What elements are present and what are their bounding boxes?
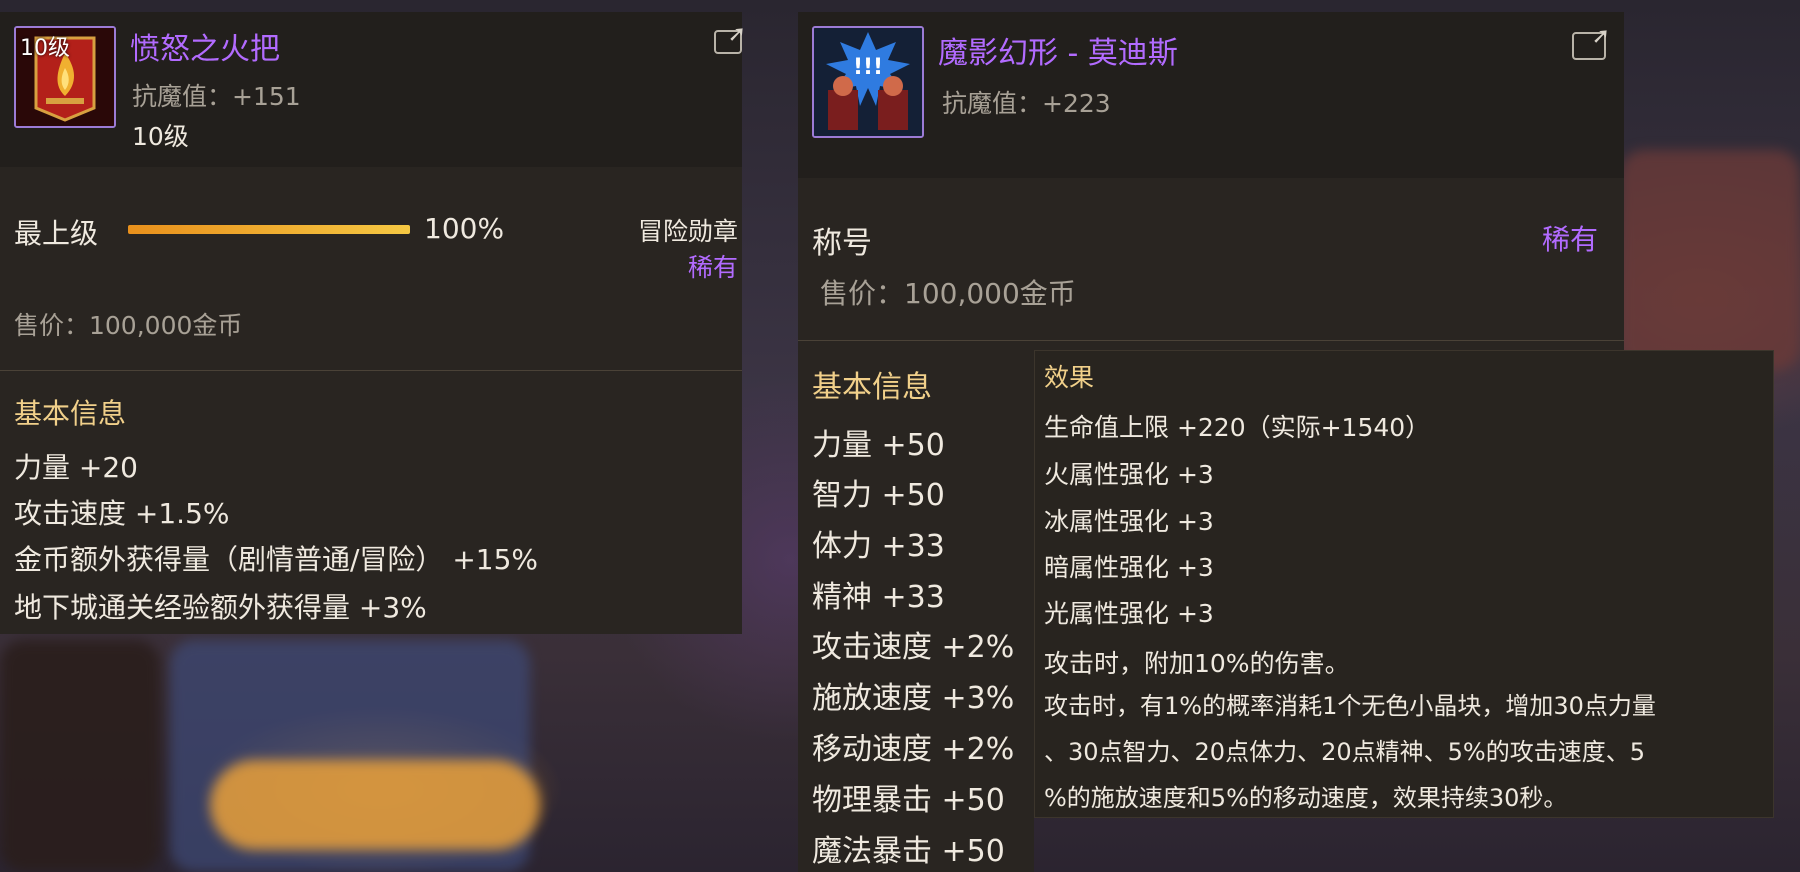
right-item-name: 魔影幻形 - 莫迪斯 bbox=[938, 36, 1178, 71]
effect-line-7: 攻击时，有1%的概率消耗1个无色小晶块，增加30点力量 bbox=[1044, 692, 1656, 720]
right-stat-5: 攻击速度 +2% bbox=[812, 630, 1015, 665]
effect-line-5: 光属性强化 +3 bbox=[1044, 599, 1214, 628]
bg-dark bbox=[0, 640, 160, 872]
right-rarity: 稀有 bbox=[1542, 223, 1599, 256]
upgrade-label: 最上级 bbox=[14, 217, 99, 250]
left-category: 冒险勋章 bbox=[638, 217, 739, 246]
upgrade-percent: 100% bbox=[424, 212, 505, 245]
effect-line-1: 生命值上限 +220（实际+1540） bbox=[1044, 413, 1431, 442]
effect-line-8: 、30点智力、20点体力、20点精神、5%的攻击速度、5 bbox=[1044, 738, 1645, 766]
right-share-icon[interactable]: ➚ bbox=[1572, 24, 1610, 60]
svg-text:!!!: !!! bbox=[853, 55, 883, 80]
left-stat-2: 攻击速度 +1.5% bbox=[14, 497, 230, 530]
right-price: 售价：100,000金币 bbox=[820, 277, 1076, 310]
left-divider bbox=[0, 370, 742, 371]
effect-line-3: 冰属性强化 +3 bbox=[1044, 507, 1214, 536]
right-category: 称号 bbox=[812, 226, 872, 261]
right-stat-9: 魔法暴击 +50 bbox=[812, 834, 1005, 869]
left-price: 售价：100,000金币 bbox=[14, 311, 243, 340]
left-item-name: 愤怒之火把 bbox=[130, 32, 280, 67]
effect-line-4: 暗属性强化 +3 bbox=[1044, 553, 1214, 582]
effect-line-2: 火属性强化 +3 bbox=[1044, 460, 1214, 489]
left-level: 10级 bbox=[132, 122, 189, 151]
right-stat-2: 智力 +50 bbox=[812, 478, 945, 513]
left-basic-info-title: 基本信息 bbox=[14, 397, 127, 430]
left-stat-4: 地下城通关经验额外获得量 +3% bbox=[14, 591, 427, 624]
upgrade-progress-bar bbox=[128, 225, 410, 234]
torch-banner-icon: 10级 bbox=[14, 26, 116, 128]
right-stat-6: 施放速度 +3% bbox=[812, 681, 1015, 716]
left-stat-1: 力量 +20 bbox=[14, 451, 138, 484]
right-stat-4: 精神 +33 bbox=[812, 580, 945, 615]
right-stat-1: 力量 +50 bbox=[812, 428, 945, 463]
left-magic-resist: 抗魔值：+151 bbox=[132, 82, 301, 111]
right-body bbox=[798, 178, 1624, 350]
effects-title: 效果 bbox=[1044, 363, 1095, 392]
effect-line-6: 攻击时，附加10%的伤害。 bbox=[1044, 649, 1350, 678]
right-stat-3: 体力 +33 bbox=[812, 529, 945, 564]
right-magic-resist: 抗魔值：+223 bbox=[942, 89, 1111, 118]
left-stat-3: 金币额外获得量（剧情普通/冒险） +15% bbox=[14, 543, 539, 576]
left-rarity: 稀有 bbox=[688, 253, 739, 282]
upgrade-progress-fill bbox=[128, 225, 410, 234]
bg-button-glow bbox=[210, 760, 540, 850]
right-stat-8: 物理暴击 +50 bbox=[812, 783, 1005, 818]
bg-right bbox=[1620, 150, 1800, 370]
effect-line-9: %的施放速度和5%的移动速度，效果持续30秒。 bbox=[1044, 784, 1568, 812]
left-share-icon[interactable]: ➚ bbox=[714, 22, 746, 54]
right-basic-info-title: 基本信息 bbox=[812, 370, 932, 405]
right-divider bbox=[798, 340, 1624, 341]
right-stat-7: 移动速度 +2% bbox=[812, 732, 1015, 767]
icon-level-label: 10级 bbox=[20, 36, 70, 61]
title-character-icon: !!! bbox=[812, 26, 924, 138]
